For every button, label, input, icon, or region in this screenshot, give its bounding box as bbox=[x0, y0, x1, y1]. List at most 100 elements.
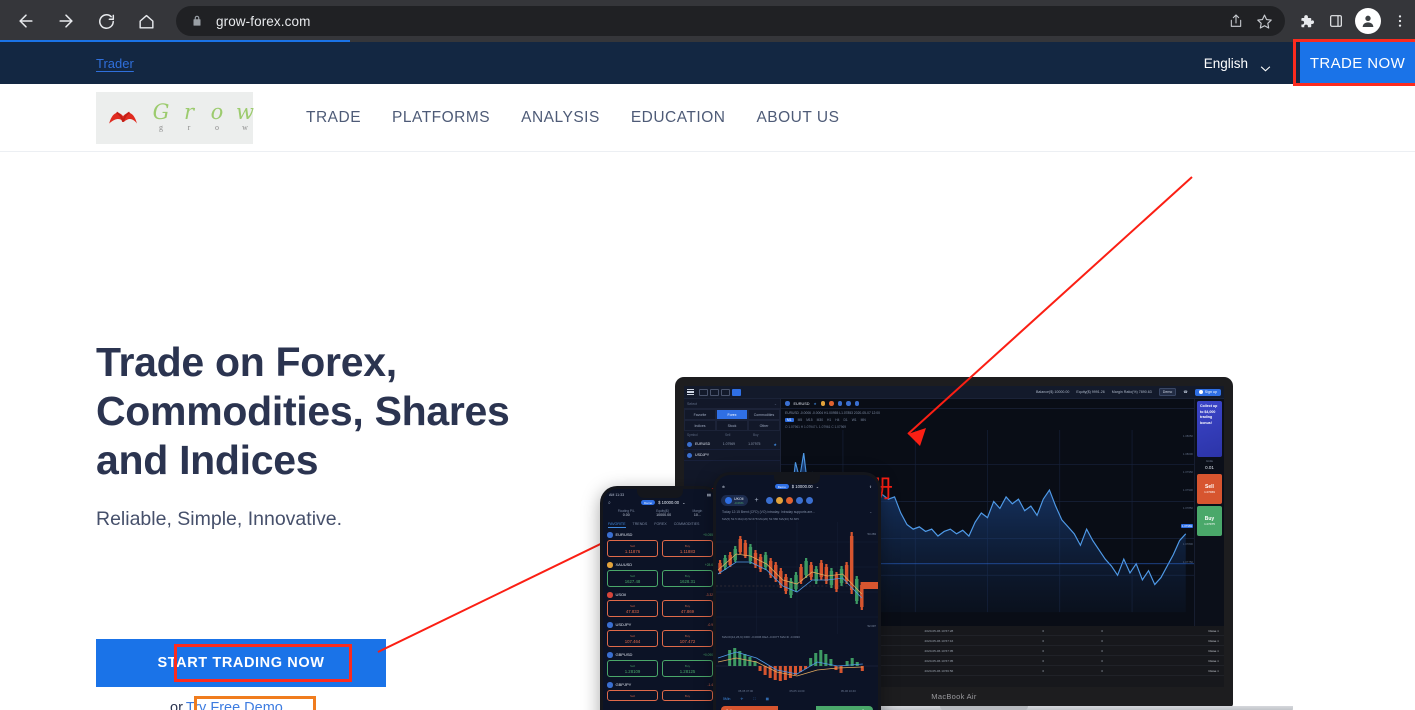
market-item[interactable]: GBPUSD +0.090 Sell 1.28109 Buy 1.28125 bbox=[603, 650, 717, 680]
watchlist-row[interactable]: EURUSD 1.07969 1.07975 ★ bbox=[684, 439, 780, 450]
close-action[interactable]: Close × bbox=[1160, 649, 1219, 653]
profile-icon[interactable] bbox=[1355, 8, 1381, 34]
tab-commodities[interactable]: COMMODITIES bbox=[674, 522, 700, 528]
add-symbol-icon[interactable]: + bbox=[751, 497, 763, 504]
indicator-icon[interactable]: ▦ bbox=[766, 697, 769, 701]
symbol-chip-1[interactable] bbox=[765, 497, 773, 504]
sell-button[interactable]: Sell 1627.48 bbox=[607, 570, 658, 587]
try-free-demo-link[interactable]: Try Free Demo bbox=[186, 700, 283, 710]
symbol-chip-4[interactable] bbox=[795, 497, 803, 504]
hamburger-icon[interactable] bbox=[687, 389, 694, 395]
market-item[interactable]: USDJPY -0.9 Sell 107.464 Buy 107.472 bbox=[603, 620, 717, 650]
account-balance[interactable]: Demo $ 10000.00 ⌄ bbox=[615, 498, 712, 507]
tab-forex[interactable]: FOREX bbox=[654, 522, 666, 528]
sell-button[interactable]: Sell 47.833 bbox=[607, 600, 658, 617]
symbol-chip-gold[interactable] bbox=[820, 401, 826, 406]
close-action[interactable]: Close × bbox=[1160, 659, 1219, 663]
fullscreen-icon[interactable]: ⛶ bbox=[753, 697, 755, 701]
back-icon[interactable] bbox=[9, 4, 43, 38]
crosshair-icon[interactable]: ✛ bbox=[740, 697, 743, 701]
promo-banner[interactable]: Collect up to $4,000 trading bonus! bbox=[1197, 401, 1222, 457]
symbol-chip-5[interactable] bbox=[805, 497, 813, 504]
tab-trends[interactable]: TRENDS bbox=[633, 522, 648, 528]
layout-4-icon[interactable] bbox=[732, 388, 741, 396]
sell-button[interactable]: Sell bbox=[607, 690, 658, 701]
forward-icon[interactable] bbox=[49, 4, 83, 38]
active-symbol[interactable]: UKOil -0.06% bbox=[721, 495, 748, 506]
timeframe-selector[interactable]: 5Min bbox=[723, 697, 730, 701]
nav-item-about-us[interactable]: ABOUT US bbox=[756, 109, 839, 127]
timeframe-d1[interactable]: D1 bbox=[843, 418, 847, 422]
reload-icon[interactable] bbox=[89, 4, 123, 38]
timeframe-h4[interactable]: H4 bbox=[835, 418, 839, 422]
symbol-chip-3[interactable] bbox=[785, 497, 793, 504]
star-icon[interactable]: ★ bbox=[773, 442, 777, 447]
tab-indices[interactable]: Indices bbox=[684, 420, 716, 431]
tab-favorite[interactable]: Favorite bbox=[684, 409, 716, 420]
market-item[interactable]: GBPJPY -1.4 Sell Buy bbox=[603, 680, 717, 704]
trader-link[interactable]: Trader bbox=[96, 56, 134, 71]
close-action[interactable]: Close × bbox=[1160, 639, 1219, 643]
share-icon[interactable]: ⇪ bbox=[869, 485, 872, 489]
symbol-chip-2[interactable] bbox=[775, 497, 783, 504]
symbol-chip-pair-1[interactable] bbox=[837, 401, 843, 406]
nav-item-platforms[interactable]: PLATFORMS bbox=[392, 109, 490, 127]
start-trading-now-button[interactable]: START TRADING NOW bbox=[96, 639, 386, 687]
symbol-chip-pair-2[interactable] bbox=[846, 401, 851, 406]
star-icon[interactable]: ★ bbox=[814, 402, 817, 406]
sell-button[interactable]: Sell 107.464 bbox=[607, 630, 658, 647]
timeframe-m1[interactable]: M1 bbox=[785, 418, 794, 422]
trade-now-button[interactable]: TRADE NOW bbox=[1300, 42, 1415, 84]
units-stepper[interactable]: Units 0.01 bbox=[1197, 459, 1222, 472]
tab-forex[interactable]: Forex bbox=[716, 409, 748, 420]
sign-up-button[interactable]: Sign up bbox=[1194, 388, 1221, 396]
timeframe-m5[interactable]: M5 bbox=[798, 418, 803, 422]
nav-item-analysis[interactable]: ANALYSIS bbox=[521, 109, 600, 127]
layout-switcher[interactable] bbox=[699, 388, 741, 396]
home-icon[interactable] bbox=[129, 4, 163, 38]
buy-button[interactable]: Buy 1628.31 bbox=[662, 570, 713, 587]
star-icon[interactable] bbox=[1251, 8, 1277, 34]
demo-account-chip[interactable]: Demo bbox=[1158, 387, 1177, 397]
news-ticker[interactable]: Today 12:15 Brent (CFD) (VO) intraday: I… bbox=[716, 508, 878, 516]
nav-item-education[interactable]: EDUCATION bbox=[631, 109, 726, 127]
buy-button[interactable]: Buy 1.11883 bbox=[662, 540, 713, 557]
buy-button[interactable]: Buy 107.472 bbox=[662, 630, 713, 647]
buy-button[interactable]: Buy 1.28125 bbox=[662, 660, 713, 677]
timeframe-h1[interactable]: H1 bbox=[827, 418, 831, 422]
symbol-chip-pair-3[interactable] bbox=[854, 401, 860, 406]
sidepanel-icon[interactable] bbox=[1321, 4, 1351, 38]
address-bar[interactable]: grow-forex.com bbox=[176, 6, 1285, 36]
tab-commodities[interactable]: Commodities bbox=[748, 409, 780, 420]
timeframe-w1[interactable]: W1 bbox=[852, 418, 857, 422]
close-action[interactable]: Close × bbox=[1160, 629, 1219, 633]
timeframe-mn[interactable]: MN bbox=[861, 418, 866, 422]
nav-item-trade[interactable]: TRADE bbox=[306, 109, 361, 127]
sell-button[interactable]: Sell 1.11876 bbox=[607, 540, 658, 557]
sell-button[interactable]: Sell 1.28109 bbox=[607, 660, 658, 677]
layout-2-icon[interactable] bbox=[710, 388, 719, 396]
buy-button[interactable]: Buy 52.554 bbox=[816, 706, 873, 710]
market-item[interactable]: EURUSD +0.055 Sell 1.11876 Buy 1.11883 bbox=[603, 530, 717, 560]
logo[interactable]: G g r r o o w w bbox=[96, 91, 254, 144]
headset-icon[interactable]: ☎ bbox=[1183, 390, 1187, 394]
layout-1-icon[interactable] bbox=[699, 388, 708, 396]
menu-icon[interactable] bbox=[1385, 4, 1415, 38]
tab-favorite[interactable]: FAVORITE bbox=[608, 522, 626, 528]
market-item[interactable]: XAUUSD +28.6 Sell 1627.48 Buy 1628.31 bbox=[603, 560, 717, 590]
search-icon[interactable]: ⌕ bbox=[608, 500, 611, 506]
buy-button[interactable]: Buy bbox=[662, 690, 713, 701]
buy-button[interactable]: Buy 47.869 bbox=[662, 600, 713, 617]
add-icon[interactable]: ⊕ bbox=[722, 485, 725, 489]
layout-3-icon[interactable] bbox=[721, 388, 730, 396]
symbol-chip-oil[interactable] bbox=[829, 401, 834, 406]
buy-button[interactable]: Buy 1.07975 bbox=[1197, 506, 1222, 536]
tab-other[interactable]: Other bbox=[748, 420, 780, 431]
timeframe-m30[interactable]: M30 bbox=[817, 418, 823, 422]
symbol-select[interactable]: Select ⌄ bbox=[684, 399, 780, 409]
watchlist-row[interactable]: USDJPY bbox=[684, 450, 780, 461]
sell-button[interactable]: Sell 1.07969 bbox=[1197, 474, 1222, 504]
tab-stock[interactable]: Stock bbox=[716, 420, 748, 431]
extensions-icon[interactable] bbox=[1291, 4, 1321, 38]
share-icon[interactable] bbox=[1223, 8, 1249, 34]
